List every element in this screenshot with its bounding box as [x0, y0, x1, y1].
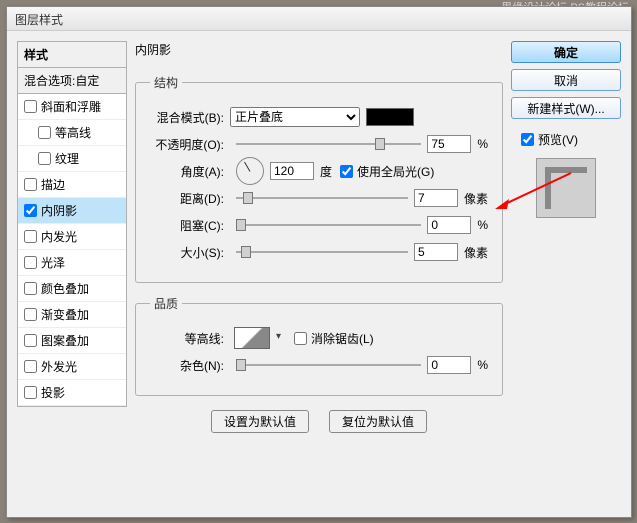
opacity-unit: % — [477, 137, 488, 151]
antialias-label: 消除锯齿(L) — [311, 330, 374, 347]
quality-group: 品质 等高线: 消除锯齿(L) 杂色(N): % — [135, 295, 503, 396]
structure-group: 结构 混合模式(B): 正片叠底 不透明度(O): % 角度(A): — [135, 74, 503, 283]
dialog-buttons-panel: 确定 取消 新建样式(W)... 预览(V) — [511, 41, 621, 507]
style-item[interactable]: 颜色叠加 — [18, 276, 126, 302]
size-label: 大小(S): — [150, 244, 230, 261]
distance-label: 距离(D): — [150, 190, 230, 207]
style-item-checkbox[interactable] — [24, 178, 37, 191]
style-item-label: 描边 — [41, 176, 65, 193]
default-buttons-row: 设置为默认值 复位为默认值 — [135, 410, 503, 433]
style-item-checkbox[interactable] — [24, 230, 37, 243]
style-item-label: 投影 — [41, 384, 65, 401]
set-default-button[interactable]: 设置为默认值 — [211, 410, 309, 433]
blend-options-row[interactable]: 混合选项:自定 — [17, 67, 127, 94]
style-item-label: 内发光 — [41, 228, 77, 245]
choke-label: 阻塞(C): — [150, 217, 230, 234]
style-item-label: 等高线 — [55, 124, 91, 141]
style-item[interactable]: 等高线 — [18, 120, 126, 146]
style-item-checkbox[interactable] — [38, 152, 51, 165]
style-item[interactable]: 纹理 — [18, 146, 126, 172]
style-item-label: 图案叠加 — [41, 332, 89, 349]
contour-label: 等高线: — [150, 330, 230, 347]
new-style-button[interactable]: 新建样式(W)... — [511, 97, 621, 119]
angle-dial[interactable] — [236, 157, 264, 185]
panel-title: 内阴影 — [135, 41, 503, 58]
style-item-label: 内阴影 — [41, 202, 77, 219]
style-item[interactable]: 内阴影 — [18, 198, 126, 224]
opacity-slider[interactable] — [236, 143, 421, 145]
style-item[interactable]: 描边 — [18, 172, 126, 198]
styles-list-panel: 样式 混合选项:自定 斜面和浮雕等高线纹理描边内阴影内发光光泽颜色叠加渐变叠加图… — [17, 41, 127, 507]
preview-thumbnail — [536, 158, 596, 218]
global-light-checkbox[interactable] — [340, 165, 353, 178]
style-item[interactable]: 外发光 — [18, 354, 126, 380]
style-item-label: 颜色叠加 — [41, 280, 89, 297]
size-slider[interactable] — [236, 251, 408, 253]
contour-picker[interactable] — [234, 327, 270, 349]
style-item[interactable]: 光泽 — [18, 250, 126, 276]
angle-label: 角度(A): — [150, 163, 230, 180]
choke-slider[interactable] — [236, 224, 421, 226]
quality-legend: 品质 — [150, 295, 182, 312]
dialog-title: 图层样式 — [15, 13, 63, 27]
opacity-label: 不透明度(O): — [150, 136, 230, 153]
style-item[interactable]: 渐变叠加 — [18, 302, 126, 328]
reset-default-button[interactable]: 复位为默认值 — [329, 410, 427, 433]
noise-label: 杂色(N): — [150, 357, 230, 374]
antialias-checkbox[interactable] — [294, 332, 307, 345]
style-item-label: 纹理 — [55, 150, 79, 167]
style-item-checkbox[interactable] — [24, 308, 37, 321]
style-item[interactable]: 内发光 — [18, 224, 126, 250]
style-item-label: 外发光 — [41, 358, 77, 375]
distance-unit: 像素 — [464, 190, 488, 207]
noise-slider[interactable] — [236, 364, 421, 366]
ok-button[interactable]: 确定 — [511, 41, 621, 63]
global-light-label: 使用全局光(G) — [357, 163, 434, 180]
style-item[interactable]: 投影 — [18, 380, 126, 406]
distance-slider[interactable] — [236, 197, 408, 199]
style-item-checkbox[interactable] — [24, 282, 37, 295]
size-unit: 像素 — [464, 244, 488, 261]
preview-checkbox[interactable] — [521, 133, 534, 146]
angle-input[interactable] — [270, 162, 314, 180]
noise-input[interactable] — [427, 356, 471, 374]
style-list: 斜面和浮雕等高线纹理描边内阴影内发光光泽颜色叠加渐变叠加图案叠加外发光投影 — [17, 94, 127, 407]
structure-legend: 结构 — [150, 74, 182, 91]
shadow-color-swatch[interactable] — [366, 108, 414, 126]
style-item-checkbox[interactable] — [24, 360, 37, 373]
size-input[interactable] — [414, 243, 458, 261]
blend-mode-label: 混合模式(B): — [150, 109, 230, 126]
choke-unit: % — [477, 218, 488, 232]
style-item-checkbox[interactable] — [24, 204, 37, 217]
angle-unit: 度 — [320, 163, 332, 180]
layer-style-dialog: 图层样式 样式 混合选项:自定 斜面和浮雕等高线纹理描边内阴影内发光光泽颜色叠加… — [6, 6, 632, 518]
style-item-label: 光泽 — [41, 254, 65, 271]
style-item-checkbox[interactable] — [38, 126, 51, 139]
blend-mode-select[interactable]: 正片叠底 — [230, 107, 360, 127]
preview-label: 预览(V) — [538, 131, 578, 148]
noise-unit: % — [477, 358, 488, 372]
style-item[interactable]: 斜面和浮雕 — [18, 94, 126, 120]
style-item[interactable]: 图案叠加 — [18, 328, 126, 354]
settings-panel: 内阴影 结构 混合模式(B): 正片叠底 不透明度(O): % — [135, 41, 503, 507]
styles-header[interactable]: 样式 — [17, 41, 127, 67]
style-item-label: 斜面和浮雕 — [41, 98, 101, 115]
opacity-input[interactable] — [427, 135, 471, 153]
style-item-checkbox[interactable] — [24, 334, 37, 347]
distance-input[interactable] — [414, 189, 458, 207]
style-item-checkbox[interactable] — [24, 100, 37, 113]
style-item-label: 渐变叠加 — [41, 306, 89, 323]
choke-input[interactable] — [427, 216, 471, 234]
style-item-checkbox[interactable] — [24, 256, 37, 269]
cancel-button[interactable]: 取消 — [511, 69, 621, 91]
dialog-titlebar[interactable]: 图层样式 — [7, 7, 631, 31]
style-item-checkbox[interactable] — [24, 386, 37, 399]
